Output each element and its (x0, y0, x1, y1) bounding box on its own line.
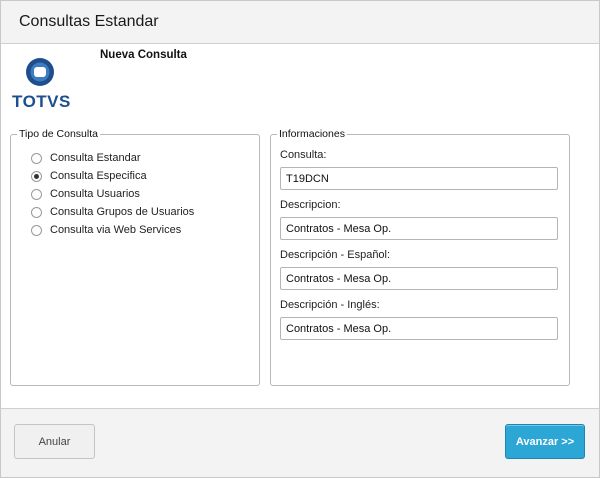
radio-consulta-especifica[interactable]: Consulta Especifica (31, 168, 147, 184)
tipo-consulta-legend: Tipo de Consulta (19, 128, 98, 140)
radio-selected-icon[interactable] (31, 170, 42, 182)
radio-consulta-estandar[interactable]: Consulta Estandar (31, 150, 141, 166)
radio-consulta-web-services[interactable]: Consulta via Web Services (31, 222, 181, 238)
radio-consulta-grupos-usuarios[interactable]: Consulta Grupos de Usuarios (31, 204, 194, 220)
radio-label: Consulta Especifica (50, 170, 147, 182)
window-title: Consultas Estandar (19, 13, 159, 30)
window-titlebar: Consultas Estandar (0, 0, 600, 44)
radio-label: Consulta Estandar (50, 152, 141, 164)
consulta-input[interactable] (280, 167, 558, 190)
informaciones-legend: Informaciones (279, 128, 345, 140)
consulta-label: Consulta: (280, 149, 327, 161)
radio-label: Consulta Usuarios (50, 188, 140, 200)
page-subtitle: Nueva Consulta (100, 49, 187, 61)
descripcion-ingles-input[interactable] (280, 317, 558, 340)
tipo-consulta-group: Tipo de Consulta (10, 128, 260, 386)
logo-text: TOTVS (12, 92, 71, 111)
radio-icon[interactable] (31, 152, 42, 164)
radio-label: Consulta Grupos de Usuarios (50, 206, 195, 218)
descripcion-ingles-label: Descripción - Inglés: (280, 299, 380, 311)
radio-label: Consulta via Web Services (50, 224, 182, 236)
radio-consulta-usuarios[interactable]: Consulta Usuarios (31, 186, 140, 202)
descripcion-input[interactable] (280, 217, 558, 240)
radio-icon[interactable] (31, 188, 42, 200)
descripcion-espanol-label: Descripción - Español: (280, 249, 391, 261)
radio-icon[interactable] (31, 224, 42, 236)
anular-button[interactable]: Anular (14, 424, 95, 459)
avanzar-button[interactable]: Avanzar >> (505, 424, 585, 459)
descripcion-label: Descripcion: (280, 199, 341, 211)
descripcion-espanol-input[interactable] (280, 267, 558, 290)
radio-icon[interactable] (31, 206, 42, 218)
